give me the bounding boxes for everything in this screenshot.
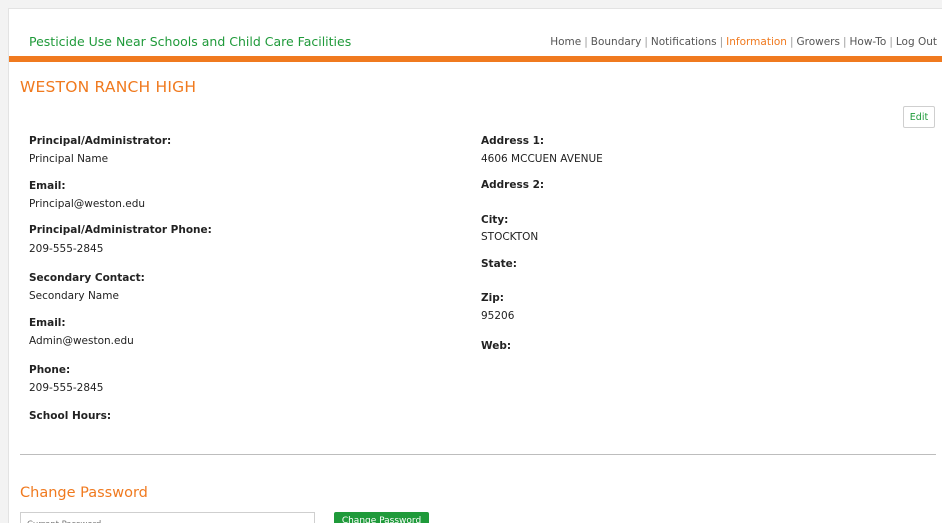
principal-email-label: Email:	[29, 180, 66, 192]
principal-email-value: Principal@weston.edu	[29, 198, 146, 210]
main-nav: Home | Boundary | Notifications | Information |…	[550, 36, 937, 48]
nav-boundary[interactable]: Boundary	[591, 36, 642, 48]
school-hours-label: School Hours:	[29, 410, 112, 422]
nav-separator: |	[842, 36, 847, 48]
web-label: Web:	[481, 340, 512, 352]
principal-label: Principal/Administrator:	[29, 135, 172, 147]
nav-separator: |	[789, 36, 794, 48]
school-name-heading: WESTON RANCH HIGH	[20, 78, 197, 96]
nav-separator: |	[584, 36, 588, 48]
header-accent-bar	[9, 56, 942, 62]
edit-button[interactable]: Edit	[903, 106, 935, 128]
secondary-contact-label: Secondary Contact:	[29, 272, 145, 284]
nav-separator: |	[719, 36, 724, 48]
secondary-email-value: Admin@weston.edu	[29, 335, 134, 347]
principal-phone-value: 209-555-2845	[29, 243, 104, 255]
nav-separator: |	[644, 36, 648, 48]
principal-value: Principal Name	[29, 153, 109, 165]
change-password-button[interactable]: Change Password	[334, 512, 429, 523]
secondary-email-label: Email:	[29, 317, 66, 329]
site-title: Pesticide Use Near Schools and Child Car…	[29, 34, 352, 49]
nav-growers[interactable]: Growers	[796, 36, 839, 48]
nav-notifications[interactable]: Notifications	[651, 36, 717, 48]
page-frame: Pesticide Use Near Schools and Child Car…	[8, 8, 942, 523]
secondary-phone-label: Phone:	[29, 364, 71, 376]
nav-information[interactable]: Information	[726, 36, 787, 48]
address1-value: 4606 MCCUEN AVENUE	[481, 153, 603, 165]
nav-separator: |	[889, 36, 893, 48]
nav-log-out[interactable]: Log Out	[896, 36, 937, 48]
section-divider	[20, 454, 936, 455]
address1-label: Address 1:	[481, 135, 545, 147]
state-label: State:	[481, 258, 518, 270]
nav-home[interactable]: Home	[550, 36, 581, 48]
zip-label: Zip:	[481, 292, 504, 304]
nav-how-to[interactable]: How-To	[850, 36, 887, 48]
address2-label: Address 2:	[481, 179, 545, 191]
site-header: Pesticide Use Near Schools and Child Car…	[9, 9, 942, 55]
secondary-phone-value: 209-555-2845	[29, 382, 104, 394]
city-label: City:	[481, 214, 509, 226]
change-password-heading: Change Password	[20, 485, 148, 501]
principal-phone-label: Principal/Administrator Phone:	[29, 224, 212, 236]
secondary-contact-value: Secondary Name	[29, 290, 119, 302]
current-password-input[interactable]	[20, 512, 315, 523]
city-value: STOCKTON	[481, 231, 539, 243]
zip-value: 95206	[481, 310, 515, 322]
